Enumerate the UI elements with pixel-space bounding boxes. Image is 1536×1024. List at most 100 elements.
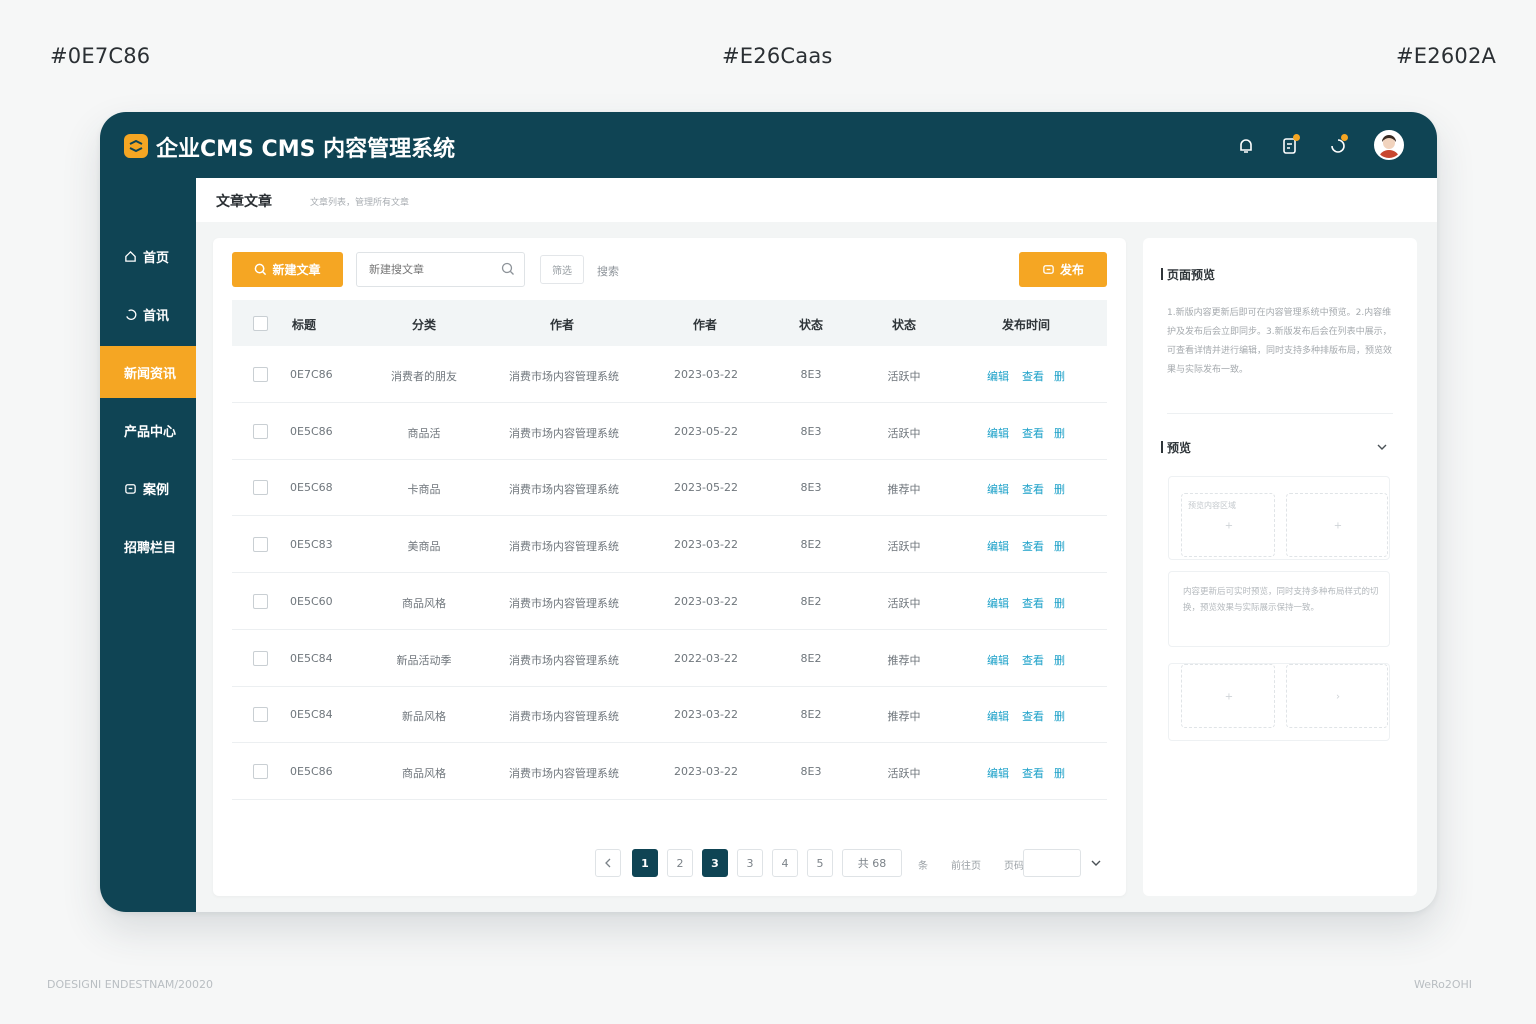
view-link[interactable]: 查看 bbox=[1022, 595, 1044, 611]
edit-link[interactable]: 编辑 bbox=[987, 481, 1009, 497]
column-header-category[interactable]: 分类 bbox=[412, 316, 436, 333]
article-list-card: 新建文章 筛选 搜索 发布 标题 分类 作者 作者 状态 状态 发布时间 0E7… bbox=[213, 238, 1126, 896]
select-all-checkbox[interactable] bbox=[253, 316, 268, 331]
preview-section-title: 预览 bbox=[1160, 441, 1192, 455]
view-link[interactable]: 查看 bbox=[1022, 481, 1044, 497]
edit-link[interactable]: 编辑 bbox=[987, 765, 1009, 781]
notification-icon[interactable] bbox=[1328, 134, 1348, 156]
view-link[interactable]: 查看 bbox=[1022, 425, 1044, 441]
search-icon[interactable] bbox=[501, 262, 515, 276]
page-button-2[interactable]: 2 bbox=[667, 849, 693, 877]
row-checkbox[interactable] bbox=[253, 537, 268, 553]
row-checkbox[interactable] bbox=[253, 650, 268, 666]
sidebar-item-products[interactable]: 产品中心 bbox=[100, 404, 196, 456]
plus-icon: + bbox=[1224, 691, 1234, 703]
table-row[interactable]: 0E5C86 商品风格 消费市场内容管理系统 2023-03-22 8E3 活跃中 编辑 查看… bbox=[232, 743, 1107, 800]
sidebar-item-home[interactable]: 首页 bbox=[100, 230, 196, 282]
view-link[interactable]: 查看 bbox=[1022, 368, 1044, 384]
edit-link[interactable]: 编辑 bbox=[987, 538, 1009, 554]
table-row[interactable]: 0E7C86 消费者的朋友 消费市场内容管理系统 2023-03-22 8E3 活跃中 编辑… bbox=[232, 346, 1107, 403]
row-author: 消费市场内容管理系统 bbox=[509, 596, 619, 610]
preview-slot[interactable]: + bbox=[1181, 664, 1275, 728]
row-checkbox[interactable] bbox=[253, 763, 268, 779]
sidebar-item-news[interactable]: 新闻资讯 bbox=[100, 346, 196, 398]
search-button[interactable]: 搜索 bbox=[597, 263, 619, 279]
row-date: 2023-05-22 bbox=[674, 424, 738, 438]
table-row[interactable]: 0E5C60 商品风格 消费市场内容管理系统 2023-03-22 8E2 活跃中 编辑 查看… bbox=[232, 573, 1107, 630]
plus-icon: + bbox=[1224, 520, 1234, 532]
row-category: 商品风格 bbox=[402, 766, 446, 780]
row-checkbox[interactable] bbox=[253, 707, 268, 723]
table-row[interactable]: 0E5C84 新品活动季 消费市场内容管理系统 2022-03-22 8E2 推荐中 编辑查… bbox=[232, 630, 1107, 687]
delete-link[interactable]: 删 bbox=[1054, 368, 1065, 384]
plus-icon: › bbox=[1336, 691, 1340, 703]
row-category: 卡商品 bbox=[407, 483, 441, 497]
column-header-status[interactable]: 状态 bbox=[799, 316, 823, 333]
avatar[interactable] bbox=[1374, 130, 1404, 160]
delete-link[interactable]: 删 bbox=[1054, 652, 1065, 668]
row-checkbox[interactable] bbox=[253, 367, 268, 382]
page-button-1[interactable]: 1 bbox=[632, 849, 658, 877]
page-total: 共 68 bbox=[842, 849, 902, 877]
chevron-down-icon[interactable] bbox=[1377, 443, 1387, 451]
row-author: 消费市场内容管理系统 bbox=[509, 483, 619, 497]
view-link[interactable]: 查看 bbox=[1022, 708, 1044, 724]
filter-select[interactable]: 筛选 bbox=[540, 255, 584, 284]
document-edit-icon[interactable] bbox=[1280, 134, 1300, 156]
preview-slot[interactable]: › bbox=[1286, 664, 1388, 728]
delete-link[interactable]: 删 bbox=[1054, 708, 1065, 724]
publish-button[interactable]: 发布 bbox=[1019, 252, 1107, 287]
row-date: 2023-03-22 bbox=[674, 594, 738, 608]
column-header-publish-time[interactable]: 发布时间 bbox=[1002, 316, 1050, 333]
sidebar-item-recruitment[interactable]: 招聘栏目 bbox=[100, 520, 196, 572]
new-article-button[interactable]: 新建文章 bbox=[232, 252, 343, 287]
edit-link[interactable]: 编辑 bbox=[987, 368, 1009, 384]
row-code: 8E2 bbox=[800, 708, 822, 722]
column-header-status-2[interactable]: 状态 bbox=[892, 316, 916, 333]
row-checkbox[interactable] bbox=[253, 423, 268, 439]
view-link[interactable]: 查看 bbox=[1022, 538, 1044, 554]
table-row[interactable]: 0E5C68 卡商品 消费市场内容管理系统 2023-05-22 8E3 推荐中 编辑 查看删 bbox=[232, 459, 1107, 517]
page-button-3-highlight[interactable]: 3 bbox=[702, 849, 728, 877]
sidebar-item-label: 案例 bbox=[143, 482, 170, 498]
table-row[interactable]: 0E5C86 商品活 消费市场内容管理系统 2023-05-22 8E3 活跃中 编辑 查看删 bbox=[232, 403, 1107, 460]
row-author: 消费市场内容管理系统 bbox=[509, 766, 619, 780]
row-checkbox[interactable] bbox=[253, 593, 268, 609]
delete-link[interactable]: 删 bbox=[1054, 425, 1065, 441]
preview-slot[interactable]: + bbox=[1286, 493, 1388, 557]
column-header-author-2[interactable]: 作者 bbox=[693, 316, 717, 333]
column-header-author[interactable]: 作者 bbox=[550, 316, 574, 333]
chevron-down-icon[interactable] bbox=[1091, 859, 1101, 867]
edit-link[interactable]: 编辑 bbox=[987, 708, 1009, 724]
page-jump-input[interactable] bbox=[1023, 849, 1081, 877]
preview-text-panel: 内容更新后可实时预览，同时支持多种布局样式的切换，预览效果与实际展示保持一致。 bbox=[1168, 571, 1390, 647]
row-code: 8E3 bbox=[800, 368, 822, 381]
bell-icon[interactable] bbox=[1236, 136, 1256, 156]
delete-link[interactable]: 删 bbox=[1054, 595, 1065, 611]
column-header-title[interactable]: 标题 bbox=[292, 316, 316, 333]
view-link[interactable]: 查看 bbox=[1022, 652, 1044, 668]
page-button-4[interactable]: 4 bbox=[772, 849, 798, 877]
sidebar-item-news-feed[interactable]: 首讯 bbox=[100, 288, 196, 340]
page-button-5[interactable]: 5 bbox=[807, 849, 833, 877]
delete-link[interactable]: 删 bbox=[1054, 481, 1065, 497]
row-category: 消费者的朋友 bbox=[391, 370, 457, 383]
logo-icon bbox=[124, 134, 148, 158]
search-input[interactable] bbox=[356, 252, 525, 287]
sidebar-item-cases[interactable]: 案例 bbox=[100, 462, 196, 514]
delete-link[interactable]: 删 bbox=[1054, 538, 1065, 554]
edit-link[interactable]: 编辑 bbox=[987, 425, 1009, 441]
row-checkbox[interactable] bbox=[253, 480, 268, 496]
preview-slot[interactable]: 预览内容区域 + bbox=[1181, 493, 1275, 557]
row-code: 8E2 bbox=[800, 538, 822, 552]
delete-link[interactable]: 删 bbox=[1054, 765, 1065, 781]
view-link[interactable]: 查看 bbox=[1022, 765, 1044, 781]
page-button-3[interactable]: 3 bbox=[737, 849, 763, 877]
row-id: 0E5C84 bbox=[290, 708, 333, 722]
table-row[interactable]: 0E5C83 美商品 消费市场内容管理系统 2023-03-22 8E2 活跃中 编辑 查看删 bbox=[232, 516, 1107, 574]
table-row[interactable]: 0E5C84 新品风格 消费市场内容管理系统 2023-03-22 8E2 推荐中 编辑 查看… bbox=[232, 686, 1107, 744]
edit-link[interactable]: 编辑 bbox=[987, 595, 1009, 611]
sidebar-item-label: 新闻资讯 bbox=[124, 366, 177, 382]
edit-link[interactable]: 编辑 bbox=[987, 652, 1009, 668]
prev-page-button[interactable] bbox=[595, 849, 621, 877]
